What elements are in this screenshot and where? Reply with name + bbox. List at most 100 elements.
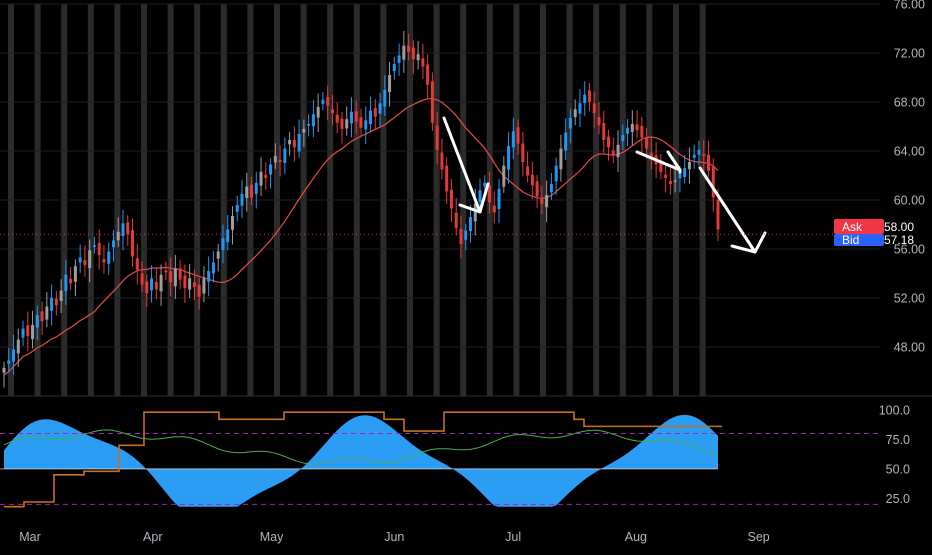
candle-body [230,215,234,230]
candle-body [530,174,534,186]
candle-body [302,128,306,133]
candle-body [83,260,87,265]
candle-body [449,189,453,209]
candle-body [226,229,230,243]
candle-body [345,119,349,129]
time-tick-label: Apr [143,530,162,544]
candle-body [173,268,177,287]
candle-body [549,184,553,193]
candle-body [154,281,158,290]
candle-body [454,212,458,229]
candle-body [26,325,30,336]
candle-body [402,45,406,60]
candle-body [711,166,715,198]
candle-body [611,150,615,155]
candle-body [392,64,396,72]
candle-body [169,271,173,283]
candle-body [587,90,591,102]
candle-body [264,174,268,178]
candle-body [564,132,568,151]
candle-body [435,125,439,150]
candle-body [716,199,720,230]
candle-body [364,120,368,130]
time-tick-label: Sep [748,530,770,544]
candle-body [183,275,187,289]
candle-body [692,154,696,158]
candle-body [235,204,239,212]
candle-body [54,298,58,306]
candle-body [535,181,539,197]
candle-body [321,99,325,104]
candle-body [78,257,82,263]
candle-body [40,311,44,322]
candle-body [492,205,496,213]
candle-body [478,190,482,203]
candle-body [102,259,106,263]
candle-body [630,124,634,132]
price-tick-label: 60.00 [894,194,925,208]
candle-body [602,122,606,140]
candle-body [88,250,92,269]
candle-body [159,274,163,292]
candle-body [397,55,401,63]
price-tick-label: 52.00 [894,292,925,306]
candle-body [107,251,111,264]
candle-body [292,140,296,148]
candle-body [273,155,277,163]
quote-tags: Ask 58.00 Bid 57.18 [834,219,914,247]
candle-body [411,47,415,60]
candle-body [607,136,611,148]
time-tick-label: Jul [505,530,521,544]
candle-body [31,324,35,339]
ask-label: Ask [842,220,863,234]
candle-body [50,298,54,311]
candle-body [706,154,710,171]
candle-body [545,195,549,208]
candle-body [92,245,96,247]
candle-body [164,270,168,273]
candle-body [597,116,601,126]
stock-chart[interactable]: 76.00 72.00 68.00 64.00 60.00 56.00 52.00 48.00… [0,0,932,550]
candle-body [421,58,425,67]
candle-body [702,154,706,156]
candle-body [668,180,672,185]
candle-body [216,251,220,259]
candle-body [687,162,691,170]
candle-body [426,64,430,85]
candle-body [307,124,311,126]
candle-body [45,306,49,320]
candle-body [678,173,682,179]
candle-body [592,103,596,114]
price-tick-label: 48.00 [894,341,925,355]
candle-body [459,228,463,245]
oscillator-tick-label: 75.0 [886,433,910,447]
candle-body [554,165,558,182]
time-tick-label: Mar [19,530,41,544]
candle-body [378,103,382,114]
candle-body [188,278,192,290]
candle-body [12,349,16,362]
candle-body [340,118,344,129]
candle-body [7,360,11,364]
candle-body [616,144,620,158]
candle-body [21,328,25,338]
candle-body [573,109,577,118]
candle-body [645,138,649,149]
oscillator-tick-label: 100.0 [879,403,910,417]
candle-body [497,188,501,209]
candle-body [502,165,506,187]
candle-body [116,231,120,241]
candle-body [635,124,639,131]
candle-body [135,258,139,270]
price-tick-label: 68.00 [894,96,925,110]
candle-body [69,278,73,284]
candle-body [359,117,363,128]
candle-body [250,184,254,198]
candle-body [483,182,487,187]
candle-body [269,164,273,175]
candle-body [511,131,515,148]
bid-value: 57.18 [884,233,914,247]
candle-body [311,114,315,127]
candle-body [150,278,154,291]
candle-body [373,107,377,117]
